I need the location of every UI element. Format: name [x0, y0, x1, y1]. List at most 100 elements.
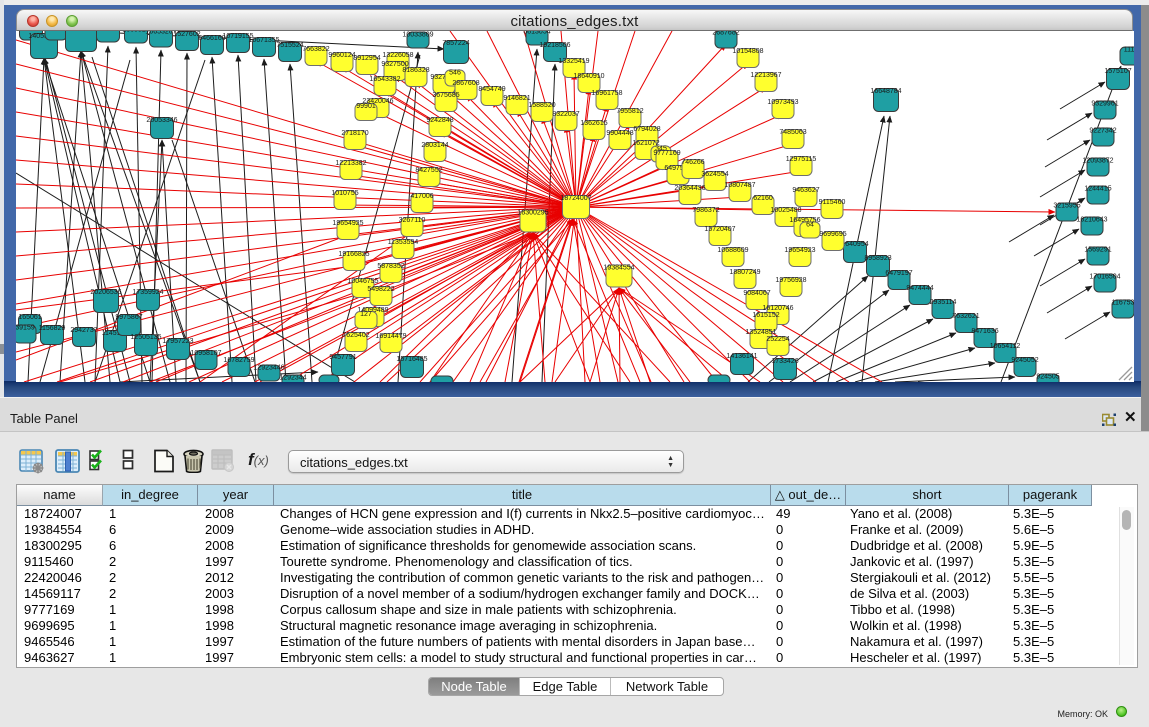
svg-text:16961758: 16961758: [591, 90, 622, 97]
svg-text:12213967: 12213967: [750, 72, 781, 79]
svg-text:2803144: 2803144: [421, 142, 448, 149]
svg-text:2718170: 2718170: [341, 130, 368, 137]
svg-text:10654112: 10654112: [990, 343, 1021, 350]
svg-text:1362615: 1362615: [580, 120, 607, 127]
svg-text:10973493: 10973493: [767, 99, 798, 106]
svg-text:11353594: 11353594: [388, 239, 419, 246]
svg-text:9329961: 9329961: [1091, 101, 1118, 108]
svg-text:99901: 99901: [356, 103, 376, 110]
svg-text:1575107: 1575107: [1104, 68, 1131, 75]
svg-text:10958107: 10958107: [190, 350, 221, 357]
svg-text:252254: 252254: [766, 336, 789, 343]
svg-text:2942737: 2942737: [70, 327, 97, 334]
svg-text:8186328: 8186328: [402, 67, 429, 74]
svg-text:16543382: 16543382: [369, 76, 400, 83]
svg-text:7857224: 7857224: [442, 40, 469, 47]
svg-text:3215955: 3215955: [1053, 203, 1080, 210]
svg-text:20364436: 20364436: [674, 185, 705, 192]
svg-text:12505135: 12505135: [130, 334, 161, 341]
svg-text:1156829: 1156829: [39, 325, 66, 332]
svg-text:10033809: 10033809: [402, 32, 433, 39]
svg-text:10046755: 10046755: [347, 278, 378, 285]
svg-text:8454749: 8454749: [478, 86, 505, 93]
svg-text:3267110: 3267110: [399, 217, 426, 224]
svg-text:6794028: 6794028: [633, 126, 660, 133]
svg-text:1244415: 1244415: [1084, 186, 1111, 193]
svg-text:7632621: 7632621: [952, 313, 979, 320]
svg-text:15716485: 15716485: [396, 356, 427, 363]
svg-text:924505: 924505: [1036, 374, 1059, 381]
svg-text:9242848: 9242848: [426, 117, 453, 124]
svg-text:19654925: 19654925: [332, 220, 363, 227]
svg-text:10653267: 10653267: [145, 31, 176, 36]
svg-text:9463627: 9463627: [792, 187, 819, 194]
svg-text:116753: 116753: [1112, 300, 1134, 307]
svg-text:12093872: 12093872: [1082, 158, 1113, 165]
svg-text:7986372: 7986372: [692, 207, 719, 214]
svg-text:18807249: 18807249: [729, 269, 760, 276]
svg-text:8322037: 8322037: [552, 111, 579, 118]
svg-text:1569291: 1569291: [1084, 247, 1111, 254]
svg-text:3624554: 3624554: [701, 171, 728, 178]
svg-text:9227342: 9227342: [1089, 128, 1116, 135]
svg-text:9960124: 9960124: [328, 52, 355, 59]
svg-text:1292344: 1292344: [279, 375, 306, 382]
svg-text:12923446: 12923446: [253, 365, 284, 372]
svg-text:9699695: 9699695: [819, 231, 846, 238]
svg-text:62160: 62160: [753, 195, 773, 202]
svg-text:10154808: 10154808: [732, 48, 763, 55]
svg-text:20206536: 20206536: [90, 289, 121, 296]
svg-text:16210643: 16210643: [1076, 217, 1107, 224]
svg-text:8471636: 8471636: [971, 328, 998, 335]
svg-text:165061: 165061: [18, 314, 41, 321]
svg-text:12213382: 12213382: [335, 160, 366, 167]
svg-text:9975867: 9975867: [115, 314, 142, 321]
svg-text:8813054: 8813054: [523, 31, 550, 36]
svg-text:8427552: 8427552: [415, 167, 442, 174]
svg-text:546: 546: [449, 70, 461, 77]
svg-text:39159: 39159: [16, 325, 35, 332]
svg-text:7485063: 7485063: [779, 129, 806, 136]
svg-text:3675685: 3675685: [432, 92, 459, 99]
svg-text:1588520: 1588520: [528, 102, 555, 109]
svg-text:7955812: 7955812: [616, 108, 643, 115]
svg-text:9904448: 9904448: [606, 130, 633, 137]
svg-text:5878352: 5878352: [377, 263, 404, 270]
svg-text:10671355: 10671355: [248, 37, 279, 44]
svg-text:19756928: 19756928: [775, 277, 806, 284]
svg-text:16120746: 16120746: [762, 305, 793, 312]
svg-text:746266: 746266: [681, 159, 704, 166]
svg-text:17016504: 17016504: [1089, 274, 1120, 281]
svg-text:64: 64: [806, 222, 814, 229]
svg-text:18724007: 18724007: [560, 195, 591, 202]
svg-text:127: 127: [360, 311, 372, 318]
svg-text:19218506: 19218506: [539, 42, 570, 49]
svg-text:16914479: 16914479: [375, 333, 406, 340]
svg-text:19384554: 19384554: [603, 265, 634, 272]
svg-text:20053346: 20053346: [146, 117, 177, 124]
svg-text:10025488: 10025488: [770, 207, 801, 214]
svg-text:13325419: 13325419: [558, 58, 589, 65]
svg-text:8912954: 8912954: [353, 55, 380, 62]
svg-text:7625402: 7625402: [342, 332, 369, 339]
svg-text:9146821: 9146821: [503, 95, 530, 102]
svg-text:19166825: 19166825: [338, 251, 369, 258]
svg-text:2935114: 2935114: [930, 299, 957, 306]
svg-text:5498222: 5498222: [367, 286, 394, 293]
svg-text:1733426: 1733426: [771, 358, 798, 365]
svg-text:7515524: 7515524: [276, 42, 303, 49]
svg-text:14136141: 14136141: [726, 353, 757, 360]
svg-text:9115460: 9115460: [819, 199, 846, 206]
svg-text:23991406: 23991406: [65, 31, 96, 33]
svg-text:6479197: 6479197: [885, 270, 912, 277]
svg-text:17957223: 17957223: [162, 338, 193, 345]
svg-text:19654923: 19654923: [784, 247, 815, 254]
svg-text:1065326: 1065326: [94, 31, 121, 33]
svg-text:9474444: 9474444: [906, 285, 933, 292]
svg-text:18300295: 18300295: [517, 210, 548, 217]
svg-text:13226058: 13226058: [382, 52, 413, 59]
svg-text:9777169: 9777169: [653, 150, 680, 157]
svg-text:15720407: 15720407: [704, 226, 735, 233]
svg-text:1640954: 1640954: [841, 241, 868, 248]
svg-text:2867608: 2867608: [452, 80, 479, 87]
